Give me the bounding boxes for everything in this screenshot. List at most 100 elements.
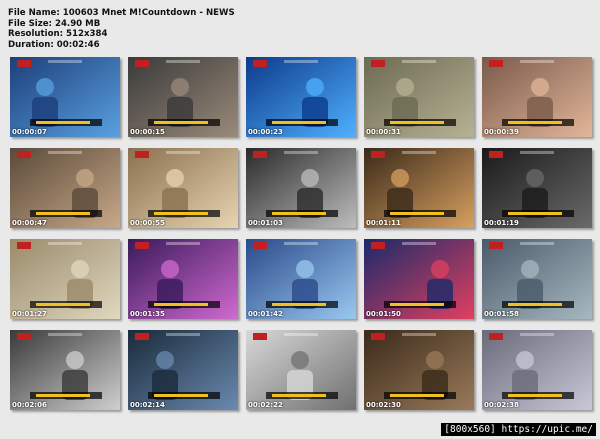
video-thumbnail[interactable]: 00:00:07: [10, 57, 120, 137]
caption-text-shape: [36, 212, 90, 215]
video-thumbnail[interactable]: 00:01:11: [364, 148, 474, 228]
thumbnail-timestamp: 00:01:27: [12, 310, 47, 318]
site-url-strip: [520, 242, 554, 245]
person-head: [306, 78, 324, 96]
site-url-strip: [284, 60, 318, 63]
news-logo: [371, 242, 385, 249]
caption-text-shape: [154, 394, 208, 397]
thumbnail-timestamp: 00:00:07: [12, 128, 47, 136]
caption-text-shape: [36, 394, 90, 397]
video-thumbnail[interactable]: 00:02:30: [364, 330, 474, 410]
thumbnail-frame: [246, 57, 356, 137]
caption-text-shape: [272, 394, 326, 397]
thumbnail-frame: [246, 239, 356, 319]
thumbnail-timestamp: 00:02:38: [484, 401, 519, 409]
thumbnail-frame: [10, 148, 120, 228]
site-url-strip: [284, 333, 318, 336]
video-thumbnail[interactable]: 00:00:39: [482, 57, 592, 137]
person-head: [76, 169, 94, 187]
site-url-strip: [48, 151, 82, 154]
thumbnail-frame: [482, 148, 592, 228]
person-head: [301, 169, 319, 187]
site-url-strip: [402, 242, 436, 245]
video-thumbnail[interactable]: 00:00:55: [128, 148, 238, 228]
thumbnail-timestamp: 00:01:03: [248, 219, 283, 227]
thumbnail-timestamp: 00:00:31: [366, 128, 401, 136]
thumbnail-timestamp: 00:00:23: [248, 128, 283, 136]
video-thumbnail[interactable]: 00:02:22: [246, 330, 356, 410]
video-thumbnail[interactable]: 00:00:23: [246, 57, 356, 137]
caption-text-shape: [390, 303, 444, 306]
duration: Duration: 00:02:46: [8, 39, 100, 50]
thumbnail-timestamp: 00:02:14: [130, 401, 165, 409]
news-logo: [371, 60, 385, 67]
caption-text-shape: [272, 121, 326, 124]
resolution: Resolution: 512x384: [8, 29, 108, 40]
caption-text-shape: [154, 212, 208, 215]
news-logo: [17, 60, 31, 67]
video-thumbnail[interactable]: 00:01:19: [482, 148, 592, 228]
thumbnail-frame: [246, 148, 356, 228]
caption-text-shape: [508, 394, 562, 397]
thumbnail-timestamp: 00:02:22: [248, 401, 283, 409]
video-thumbnail[interactable]: 00:02:14: [128, 330, 238, 410]
video-thumbnail[interactable]: 00:02:38: [482, 330, 592, 410]
news-logo: [17, 333, 31, 340]
site-url-strip: [48, 60, 82, 63]
video-thumbnail[interactable]: 00:00:15: [128, 57, 238, 137]
thumbnail-frame: [10, 239, 120, 319]
news-logo: [489, 333, 503, 340]
thumbnail-frame: [364, 57, 474, 137]
caption-text-shape: [390, 394, 444, 397]
person-head: [71, 260, 89, 278]
person-head: [291, 351, 309, 369]
news-logo: [17, 242, 31, 249]
person-head: [526, 169, 544, 187]
video-thumbnail[interactable]: 00:02:06: [10, 330, 120, 410]
thumbnail-frame: [246, 330, 356, 410]
person-head: [66, 351, 84, 369]
site-url-strip: [48, 242, 82, 245]
caption-text-shape: [272, 303, 326, 306]
thumbnail-frame: [10, 57, 120, 137]
person-head: [516, 351, 534, 369]
caption-text-shape: [154, 121, 208, 124]
site-url-strip: [402, 333, 436, 336]
thumbnail-frame: [128, 330, 238, 410]
thumbnail-frame: [482, 57, 592, 137]
news-logo: [253, 151, 267, 158]
person-head: [391, 169, 409, 187]
person-head: [166, 169, 184, 187]
site-url-strip: [520, 333, 554, 336]
thumbnail-timestamp: 00:01:19: [484, 219, 519, 227]
news-logo: [489, 151, 503, 158]
news-logo: [135, 242, 149, 249]
video-thumbnail[interactable]: 00:01:35: [128, 239, 238, 319]
news-logo: [253, 60, 267, 67]
caption-text-shape: [508, 303, 562, 306]
caption-text-shape: [272, 212, 326, 215]
thumbnail-frame: [128, 239, 238, 319]
thumbnail-frame: [128, 148, 238, 228]
image-host-watermark: [800x560] https://upic.me/: [441, 423, 596, 436]
person-head: [156, 351, 174, 369]
site-url-strip: [284, 151, 318, 154]
video-thumbnail[interactable]: 00:00:31: [364, 57, 474, 137]
site-url-strip: [402, 151, 436, 154]
site-url-strip: [166, 60, 200, 63]
video-thumbnail[interactable]: 00:01:50: [364, 239, 474, 319]
site-url-strip: [284, 242, 318, 245]
video-thumbnail[interactable]: 00:01:42: [246, 239, 356, 319]
file-size: File Size: 24.90 MB: [8, 18, 101, 29]
thumbnail-timestamp: 00:02:30: [366, 401, 401, 409]
caption-text-shape: [390, 121, 444, 124]
video-thumbnail[interactable]: 00:01:03: [246, 148, 356, 228]
video-thumbnail[interactable]: 00:00:47: [10, 148, 120, 228]
person-head: [431, 260, 449, 278]
caption-text-shape: [154, 303, 208, 306]
thumbnail-timestamp: 00:01:35: [130, 310, 165, 318]
video-thumbnail[interactable]: 00:01:27: [10, 239, 120, 319]
video-thumbnail[interactable]: 00:01:58: [482, 239, 592, 319]
person-head: [161, 260, 179, 278]
person-head: [521, 260, 539, 278]
